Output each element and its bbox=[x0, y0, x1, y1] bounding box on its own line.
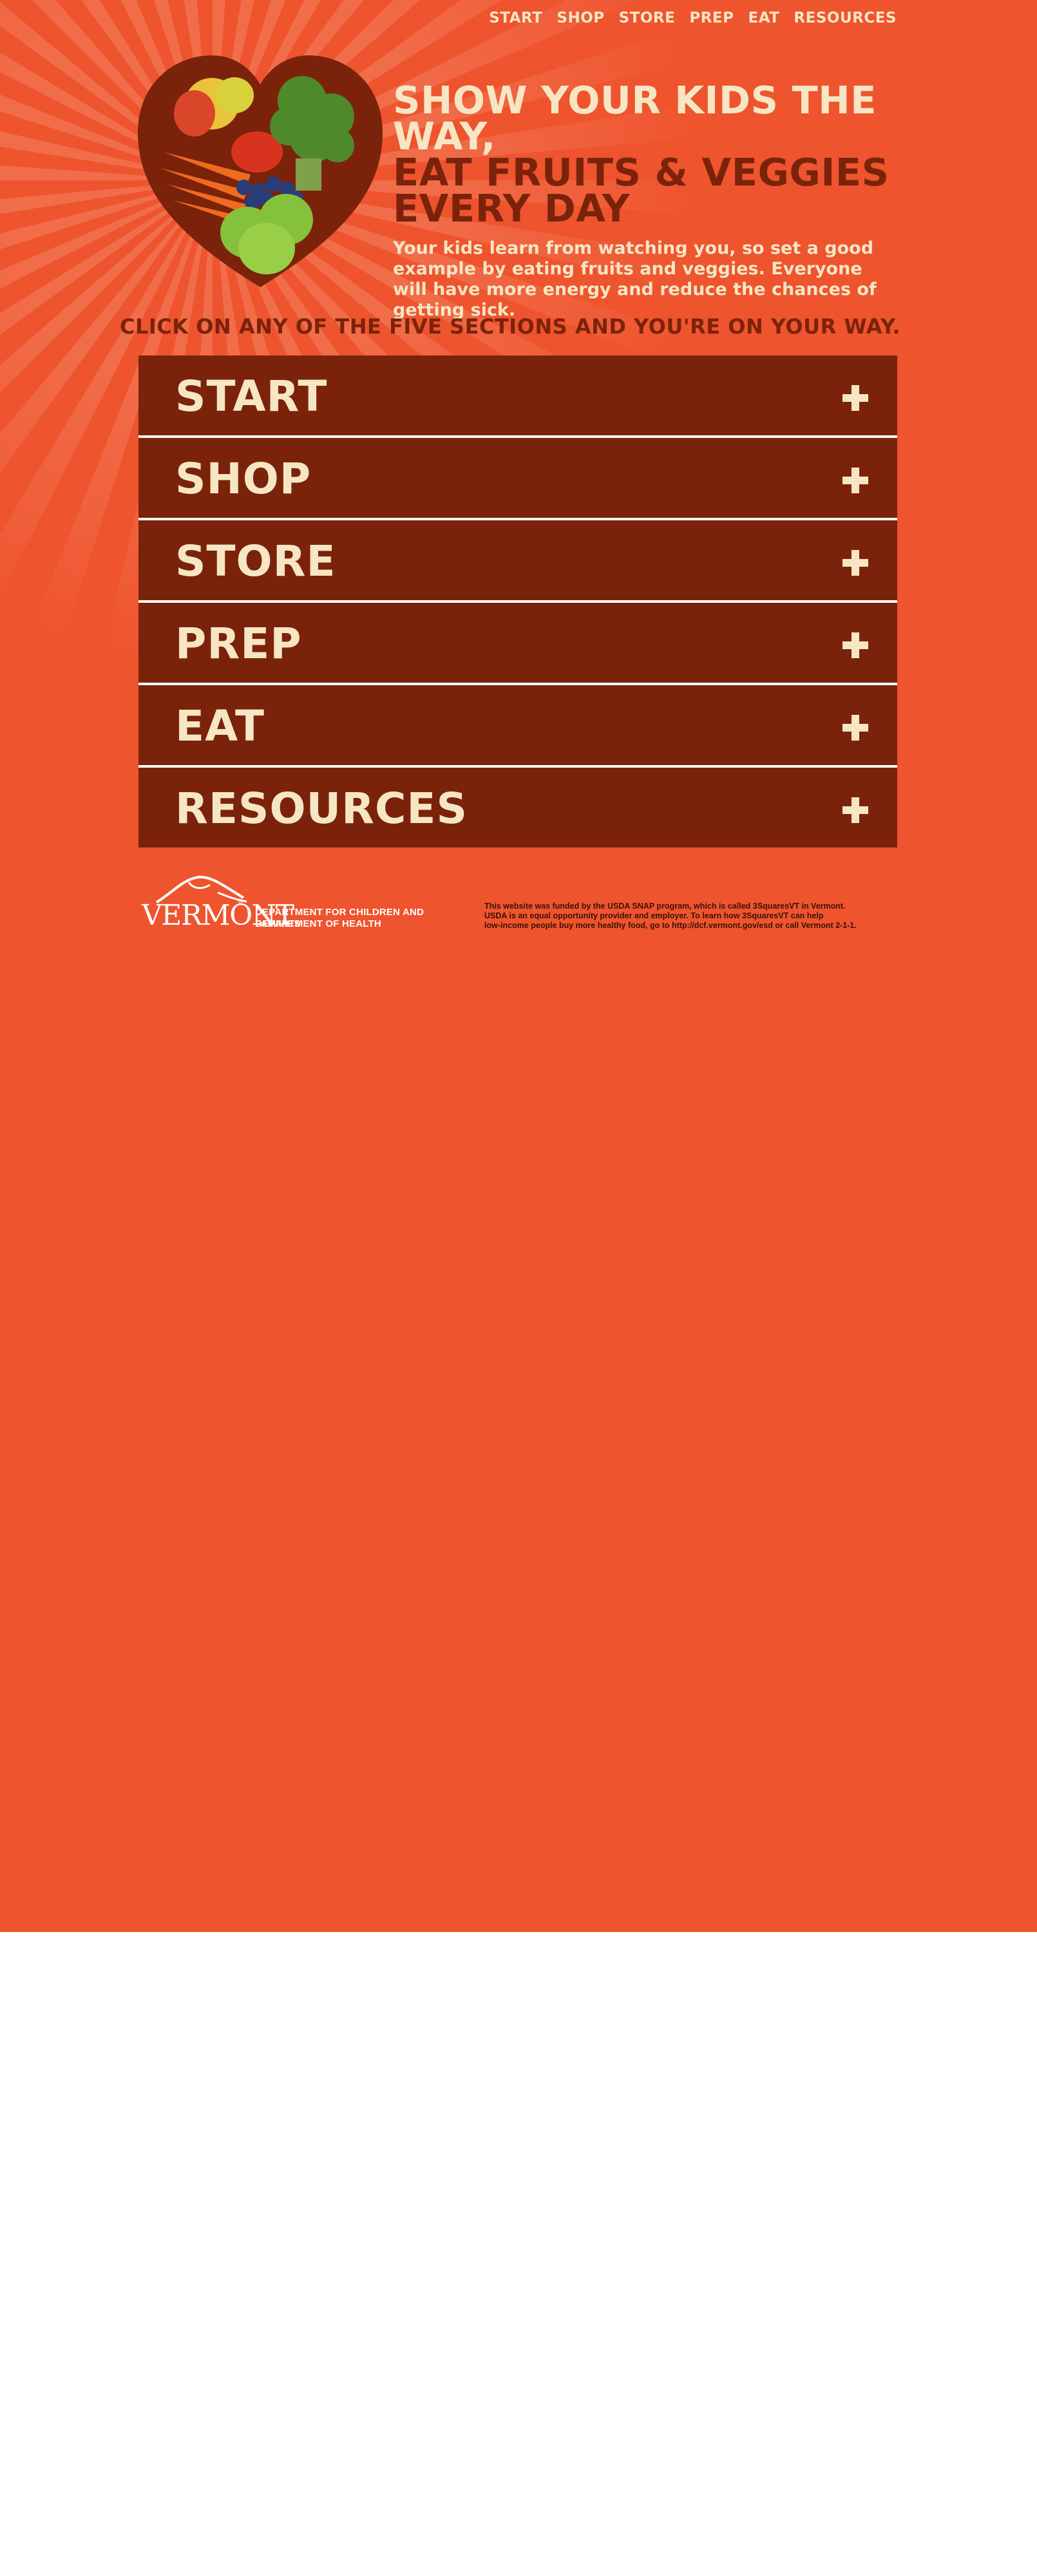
section-label: START bbox=[175, 372, 328, 421]
nav-prep[interactable]: PREP bbox=[689, 10, 734, 26]
dept-health: DEPARTMENT OF HEALTH bbox=[255, 918, 381, 929]
disclaimer-line-3: low-income people buy more healthy food,… bbox=[484, 921, 857, 930]
sections-accordion: START SHOP STORE PREP EAT RESOURCES bbox=[138, 355, 897, 848]
top-nav: START SHOP STORE PREP EAT RESOURCES bbox=[489, 10, 897, 26]
section-label: EAT bbox=[175, 701, 265, 751]
section-label: STORE bbox=[175, 536, 336, 586]
section-label: SHOP bbox=[175, 454, 312, 504]
nav-eat[interactable]: EAT bbox=[748, 10, 779, 26]
disclaimer-line-2: USDA is an equal opportunity provider an… bbox=[484, 911, 824, 920]
plus-icon[interactable] bbox=[842, 468, 868, 493]
hero-section: SHOW YOUR KIDS THE WAY, EAT FRUITS & VEG… bbox=[393, 78, 921, 321]
instruction-text: CLICK ON ANY OF THE FIVE SECTIONS AND YO… bbox=[120, 314, 900, 339]
section-eat[interactable]: EAT bbox=[138, 685, 897, 768]
plus-icon[interactable] bbox=[842, 797, 868, 823]
plus-icon[interactable] bbox=[842, 715, 868, 741]
section-start[interactable]: START bbox=[138, 355, 897, 438]
headline-line-2: EAT FRUITS & VEGGIES bbox=[393, 150, 890, 194]
headline-line-3: EVERY DAY bbox=[393, 186, 630, 231]
funding-disclaimer: This website was funded by the USDA SNAP… bbox=[484, 902, 909, 931]
plus-icon[interactable] bbox=[842, 632, 868, 658]
section-prep[interactable]: PREP bbox=[138, 603, 897, 685]
fruit-heart-image bbox=[138, 55, 383, 287]
nav-shop[interactable]: SHOP bbox=[557, 10, 604, 26]
hero-body: Your kids learn from watching you, so se… bbox=[393, 238, 877, 320]
plus-icon[interactable] bbox=[842, 385, 868, 411]
hero-headline: SHOW YOUR KIDS THE WAY, EAT FRUITS & VEG… bbox=[393, 78, 921, 231]
section-store[interactable]: STORE bbox=[138, 520, 897, 603]
nav-resources[interactable]: RESOURCES bbox=[794, 10, 897, 26]
nav-store[interactable]: STORE bbox=[619, 10, 676, 26]
section-label: PREP bbox=[175, 619, 302, 668]
nav-start[interactable]: START bbox=[489, 10, 542, 26]
headline-line-1: SHOW YOUR KIDS THE WAY, bbox=[393, 78, 877, 158]
section-resources[interactable]: RESOURCES bbox=[138, 768, 897, 848]
plus-icon[interactable] bbox=[842, 550, 868, 576]
section-shop[interactable]: SHOP bbox=[138, 438, 897, 520]
vermont-logo[interactable]: VERMONT ® DEPARTMENT FOR CHILDREN AND FA… bbox=[140, 873, 462, 938]
page: START SHOP STORE PREP EAT RESOURCES SHOW… bbox=[0, 0, 1037, 1932]
registered-mark: ® bbox=[237, 898, 243, 905]
disclaimer-line-1: This website was funded by the USDA SNAP… bbox=[484, 902, 846, 911]
section-label: RESOURCES bbox=[175, 784, 468, 833]
